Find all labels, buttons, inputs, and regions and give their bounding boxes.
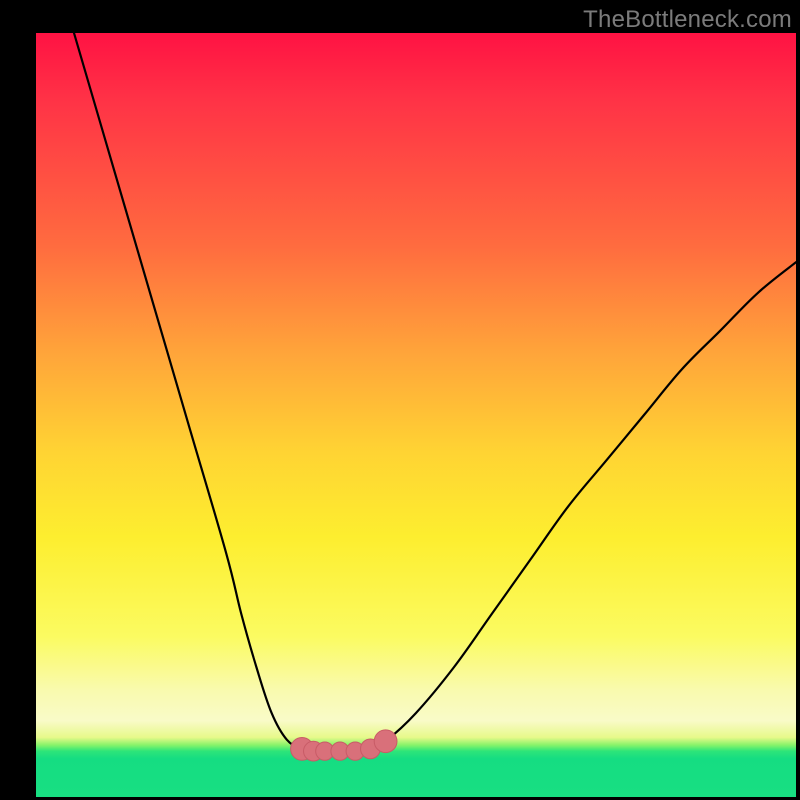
trough-marker [374,730,397,753]
plot-area [36,33,796,797]
bottleneck-curve [74,33,796,751]
chart-frame: TheBottleneck.com [0,0,800,800]
watermark-text: TheBottleneck.com [583,6,792,34]
curve-svg [36,33,796,797]
trough-markers [291,730,397,761]
